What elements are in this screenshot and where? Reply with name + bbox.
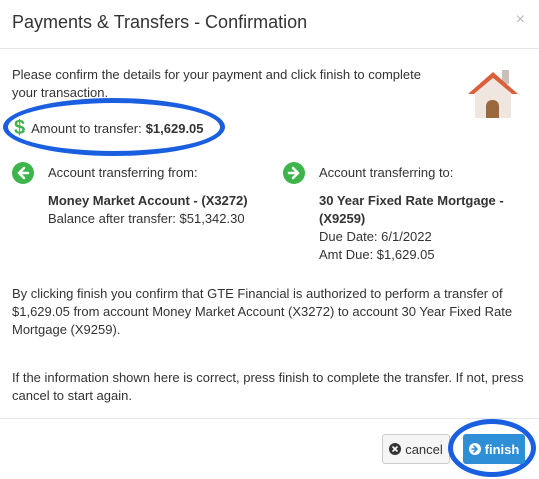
confirmation-dialog: Payments & Transfers - Confirmation × Pl…: [0, 0, 539, 478]
authorization-line-3: Mortgage (X9259).: [12, 322, 121, 337]
arrow-right-circle-icon: [283, 162, 305, 184]
cancel-circle-icon: [389, 443, 402, 455]
authorization-line-1: By clicking finish you confirm that GTE …: [12, 286, 503, 301]
dialog-footer: cancel finish: [0, 418, 539, 479]
account-to: Account transferring to: 30 Year Fixed R…: [283, 162, 523, 272]
authorization-line-2: $1,629.05 from account Money Market Acco…: [12, 304, 513, 319]
account-from: Account transferring from: Money Market …: [12, 162, 272, 242]
cancel-label: cancel: [405, 441, 443, 457]
intro-text: Please confirm the details for your paym…: [12, 66, 432, 102]
arrow-right-circle-icon: [468, 443, 481, 455]
to-due-date: Due Date: 6/1/2022: [319, 229, 432, 244]
authorization-text: By clicking finish you confirm that GTE …: [12, 285, 524, 339]
dialog-title: Payments & Transfers - Confirmation: [12, 12, 308, 32]
amount-value: $1,629.05: [145, 120, 204, 136]
cancel-button[interactable]: cancel: [382, 434, 450, 464]
dollar-icon: $: [14, 117, 26, 139]
to-header: Account transferring to:: [319, 165, 454, 180]
dialog-header: Payments & Transfers - Confirmation ×: [0, 0, 539, 49]
instruction-text: If the information shown here is correct…: [12, 369, 524, 405]
amount-row: $ Amount to transfer: $1,629.05: [14, 118, 204, 138]
finish-label: finish: [484, 441, 520, 457]
instruction-line-2: cancel to start again.: [12, 388, 132, 403]
to-amt-due: Amt Due: $1,629.05: [319, 247, 435, 262]
from-balance: Balance after transfer: $51,342.30: [48, 211, 245, 226]
from-header: Account transferring from:: [48, 165, 198, 180]
finish-button[interactable]: finish: [463, 434, 525, 464]
to-account-name-line-1: 30 Year Fixed Rate Mortgage -: [319, 193, 504, 208]
instruction-line-1: If the information shown here is correct…: [12, 370, 524, 385]
close-icon[interactable]: ×: [516, 12, 525, 28]
intro-line-1: Please confirm the details for your paym…: [12, 67, 421, 82]
to-account-name-line-2: (X9259): [319, 211, 366, 226]
arrow-left-circle-icon: [12, 162, 34, 184]
house-icon: [468, 70, 518, 118]
amount-label: Amount to transfer:: [31, 120, 142, 136]
from-account-name: Money Market Account - (X3272): [48, 193, 248, 208]
